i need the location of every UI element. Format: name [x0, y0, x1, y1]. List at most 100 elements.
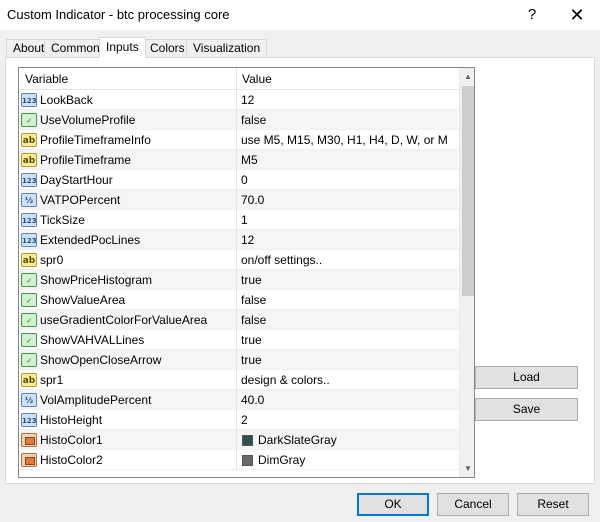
variable-cell: 123 ExtendedPocLines — [19, 230, 237, 250]
variable-name: spr1 — [40, 373, 64, 387]
variable-name: ProfileTimeframe — [40, 153, 131, 167]
value-cell[interactable]: DarkSlateGray — [237, 430, 459, 450]
string-type-icon: ab — [21, 153, 37, 167]
variable-cell: 123 TickSize — [19, 210, 237, 230]
value-cell[interactable]: 12 — [237, 90, 459, 110]
value-text: true — [241, 273, 262, 287]
variable-name: ExtendedPocLines — [40, 233, 141, 247]
tab-common[interactable]: Common — [44, 39, 107, 57]
boolean-type-icon: ✓ — [21, 113, 37, 127]
input-row-showvaluearea[interactable]: ✓ ShowValueArea false — [19, 290, 459, 310]
value-cell[interactable]: 0 — [237, 170, 459, 190]
input-row-extendedpoclines[interactable]: 123 ExtendedPocLines 12 — [19, 230, 459, 250]
input-row-usegradientcolorforvaluearea[interactable]: ✓ useGradientColorForValueArea false — [19, 310, 459, 330]
column-header-variable[interactable]: Variable — [19, 68, 237, 90]
cancel-button[interactable]: Cancel — [437, 493, 509, 516]
tab-visualization[interactable]: Visualization — [186, 39, 268, 57]
input-row-lookback[interactable]: 123 LookBack 12 — [19, 90, 459, 110]
variable-cell: ½ VATPOPercent — [19, 190, 237, 210]
variable-name: TickSize — [40, 213, 85, 227]
string-type-icon: ab — [21, 253, 37, 267]
grid-rows: 123 LookBack 12 ✓ UseVolumeProfile false ab Pro… — [19, 90, 459, 470]
input-row-spr0[interactable]: ab spr0 on/off settings.. — [19, 250, 459, 270]
input-row-showvahvallines[interactable]: ✓ ShowVAHVALLines true — [19, 330, 459, 350]
variable-cell: ✓ UseVolumeProfile — [19, 110, 237, 130]
scroll-thumb[interactable] — [462, 86, 474, 296]
variable-cell: HistoColor1 — [19, 430, 237, 450]
boolean-type-icon: ✓ — [21, 273, 37, 287]
variable-cell: ✓ ShowOpenCloseArrow — [19, 350, 237, 370]
input-row-histocolor2[interactable]: HistoColor2 DimGray — [19, 450, 459, 470]
value-cell[interactable]: DimGray — [237, 450, 459, 470]
variable-name: ShowVAHVALLines — [40, 333, 145, 347]
value-cell[interactable]: false — [237, 290, 459, 310]
value-text: 70.0 — [241, 193, 265, 207]
boolean-type-icon: ✓ — [21, 313, 37, 327]
variable-name: ShowValueArea — [40, 293, 126, 307]
variable-name: useGradientColorForValueArea — [40, 313, 208, 327]
scroll-up-arrow-icon[interactable]: ▲ — [460, 68, 474, 85]
variable-name: HistoColor1 — [40, 433, 103, 447]
save-button[interactable]: Save — [475, 398, 578, 421]
variable-name: DayStartHour — [40, 173, 113, 187]
input-row-daystarthour[interactable]: 123 DayStartHour 0 — [19, 170, 459, 190]
value-cell[interactable]: 40.0 — [237, 390, 459, 410]
input-row-spr1[interactable]: ab spr1 design & colors.. — [19, 370, 459, 390]
reset-button[interactable]: Reset — [517, 493, 589, 516]
input-row-showopenclosearrow[interactable]: ✓ ShowOpenCloseArrow true — [19, 350, 459, 370]
boolean-type-icon: ✓ — [21, 333, 37, 347]
help-button[interactable]: ? — [510, 0, 554, 30]
variable-cell: 123 LookBack — [19, 90, 237, 110]
tab-inputs[interactable]: Inputs — [99, 37, 146, 58]
value-cell[interactable]: use M5, M15, M30, H1, H4, D, W, or M — [237, 130, 459, 150]
value-cell[interactable]: on/off settings.. — [237, 250, 459, 270]
variable-cell: 123 HistoHeight — [19, 410, 237, 430]
input-row-usevolumeprofile[interactable]: ✓ UseVolumeProfile false — [19, 110, 459, 130]
close-button[interactable]: ✕ — [555, 0, 599, 30]
value-cell[interactable]: true — [237, 330, 459, 350]
value-text: 12 — [241, 93, 255, 107]
value-cell[interactable]: M5 — [237, 150, 459, 170]
ok-button[interactable]: OK — [357, 493, 429, 516]
load-button[interactable]: Load — [475, 366, 578, 389]
value-cell[interactable]: false — [237, 310, 459, 330]
input-row-volamplitudepercent[interactable]: ½ VolAmplitudePercent 40.0 — [19, 390, 459, 410]
value-cell[interactable]: 2 — [237, 410, 459, 430]
input-row-histoheight[interactable]: 123 HistoHeight 2 — [19, 410, 459, 430]
integer-type-icon: 123 — [21, 413, 37, 427]
input-row-profiletimeframe[interactable]: ab ProfileTimeframe M5 — [19, 150, 459, 170]
variable-cell: ✓ ShowPriceHistogram — [19, 270, 237, 290]
input-row-vatpopercent[interactable]: ½ VATPOPercent 70.0 — [19, 190, 459, 210]
value-cell[interactable]: 12 — [237, 230, 459, 250]
variable-name: HistoColor2 — [40, 453, 103, 467]
value-text: 12 — [241, 233, 255, 247]
tab-colors[interactable]: Colors — [143, 39, 192, 57]
variable-cell: 123 DayStartHour — [19, 170, 237, 190]
variable-name: spr0 — [40, 253, 64, 267]
value-cell[interactable]: false — [237, 110, 459, 130]
string-type-icon: ab — [21, 373, 37, 387]
value-cell[interactable]: design & colors.. — [237, 370, 459, 390]
input-row-showpricehistogram[interactable]: ✓ ShowPriceHistogram true — [19, 270, 459, 290]
double-type-icon: ½ — [21, 193, 37, 207]
column-header-value[interactable]: Value — [237, 68, 459, 90]
input-row-histocolor1[interactable]: HistoColor1 DarkSlateGray — [19, 430, 459, 450]
input-row-ticksize[interactable]: 123 TickSize 1 — [19, 210, 459, 230]
value-text: DarkSlateGray — [258, 433, 337, 447]
value-text: on/off settings.. — [241, 253, 323, 267]
variable-cell: HistoColor2 — [19, 450, 237, 470]
scroll-down-arrow-icon[interactable]: ▼ — [460, 460, 474, 477]
variable-name: ShowPriceHistogram — [40, 273, 153, 287]
value-text: true — [241, 353, 262, 367]
value-cell[interactable]: true — [237, 270, 459, 290]
vertical-scrollbar[interactable]: ▲ ▼ — [459, 68, 474, 477]
value-cell[interactable]: 70.0 — [237, 190, 459, 210]
input-row-profiletimeframeinfo[interactable]: ab ProfileTimeframeInfo use M5, M15, M30, … — [19, 130, 459, 150]
value-cell[interactable]: true — [237, 350, 459, 370]
value-text: 40.0 — [241, 393, 265, 407]
variable-name: VATPOPercent — [40, 193, 121, 207]
value-cell[interactable]: 1 — [237, 210, 459, 230]
integer-type-icon: 123 — [21, 233, 37, 247]
value-text: use M5, M15, M30, H1, H4, D, W, or M — [241, 133, 448, 147]
color-type-icon — [21, 433, 37, 447]
